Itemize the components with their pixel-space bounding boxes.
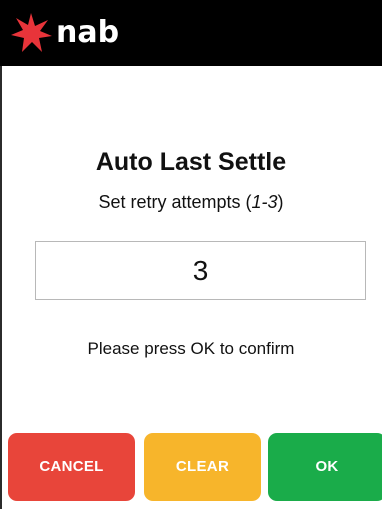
- prompt-suffix: ): [277, 192, 284, 212]
- nab-logo: nab: [8, 10, 119, 56]
- header-bar: nab: [0, 0, 382, 66]
- cancel-button[interactable]: CANCEL: [8, 433, 135, 501]
- confirm-instruction: Please press OK to confirm: [87, 339, 295, 358]
- terminal-screen: nab Auto Last Settle Set retry attempts …: [0, 0, 382, 509]
- brand-wordmark: nab: [56, 15, 120, 50]
- retry-attempts-prompt: Set retry attempts (1-3): [0, 192, 382, 213]
- prompt-prefix: Set retry attempts (: [98, 192, 252, 212]
- prompt-range: 1-3: [251, 192, 278, 212]
- retry-attempts-input[interactable]: 3: [35, 241, 366, 300]
- page-title: Auto Last Settle: [95, 148, 287, 176]
- clear-button[interactable]: CLEAR: [144, 433, 261, 501]
- nab-star-icon: [11, 13, 52, 52]
- left-border: [0, 66, 2, 509]
- ok-button[interactable]: OK: [268, 433, 382, 501]
